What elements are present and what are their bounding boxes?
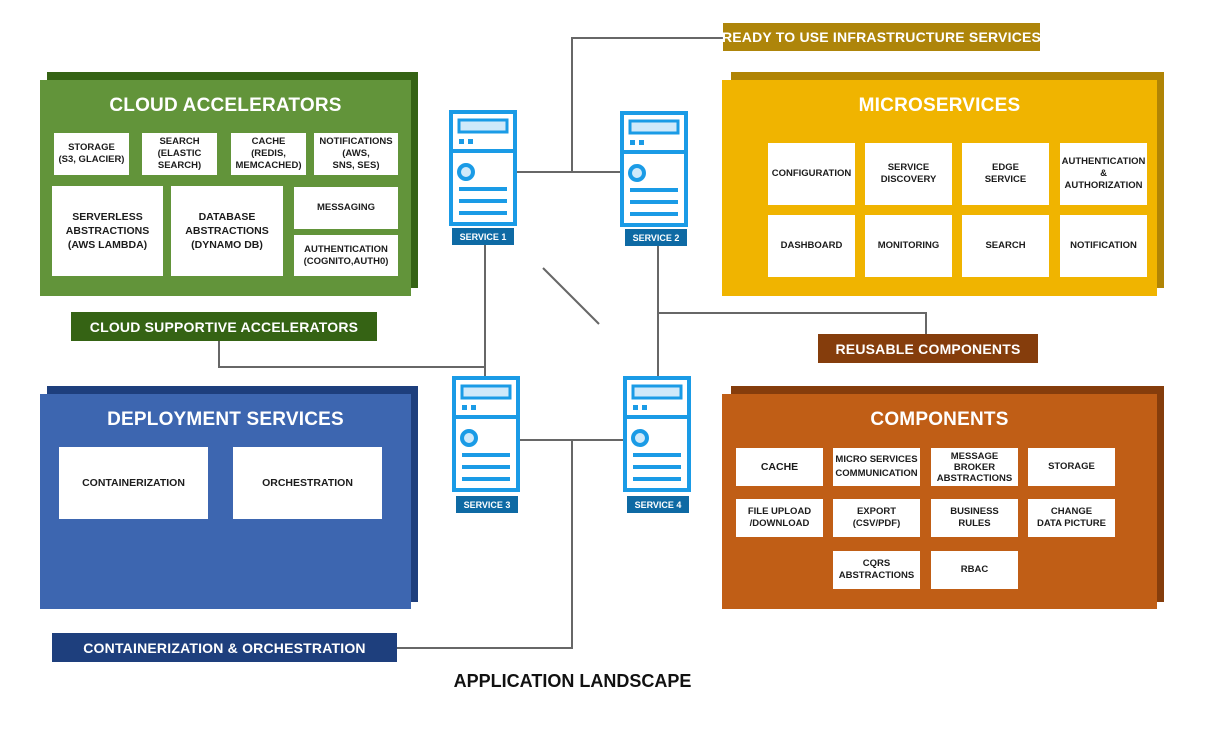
- connector-line: [218, 366, 486, 368]
- micro-card-service-discovery: SERVICE DISCOVERY: [865, 143, 952, 205]
- connector-line: [925, 312, 927, 334]
- server-icon: [620, 111, 688, 227]
- cloud-card-search: SEARCH (ELASTIC SEARCH): [142, 133, 217, 175]
- comp-card-export: EXPORT (CSV/PDF): [833, 499, 920, 537]
- micro-card-notification: NOTIFICATION: [1060, 215, 1147, 277]
- deployment-services-panel: DEPLOYMENT SERVICES CONTAINERIZATION ORC…: [40, 394, 411, 609]
- service-2-label: SERVICE 2: [625, 229, 687, 246]
- comp-card-rbac: RBAC: [931, 551, 1018, 589]
- micro-card-search: SEARCH: [962, 215, 1049, 277]
- deploy-card-orchestration: ORCHESTRATION: [233, 447, 382, 519]
- connector-line: [571, 439, 573, 648]
- infrastructure-services-tag: READY TO USE INFRASTRUCTURE SERVICES: [722, 23, 1041, 51]
- panel-title: COMPONENTS: [870, 409, 1009, 430]
- diagonal-connector: [542, 267, 600, 325]
- micro-card-edge-service: EDGE SERVICE: [962, 143, 1049, 205]
- service-1-label: SERVICE 1: [452, 228, 514, 245]
- micro-card-monitoring: MONITORING: [865, 215, 952, 277]
- components-panel: COMPONENTS CACHE MICRO SERVICES COMMUNIC…: [722, 394, 1157, 609]
- comp-card-business-rules: BUSINESS RULES: [931, 499, 1018, 537]
- comp-card-cqrs: CQRS ABSTRACTIONS: [833, 551, 920, 589]
- cloud-card-storage: STORAGE (S3, GLACIER): [54, 133, 129, 175]
- micro-card-configuration: CONFIGURATION: [768, 143, 855, 205]
- comp-card-cache: CACHE: [736, 448, 823, 486]
- microservices-panel: MICROSERVICES CONFIGURATION SERVICE DISC…: [722, 80, 1157, 296]
- comp-card-storage: STORAGE: [1028, 448, 1115, 486]
- connector-line: [484, 245, 486, 377]
- server-icon: [449, 110, 517, 226]
- cloud-card-cache: CACHE (REDIS, MEMCACHED): [231, 133, 306, 175]
- containerization-orchestration-tag: CONTAINERIZATION & ORCHESTRATION: [52, 633, 397, 662]
- connector-line: [517, 171, 621, 173]
- reusable-components-tag: REUSABLE COMPONENTS: [818, 334, 1038, 363]
- micro-card-dashboard: DASHBOARD: [768, 215, 855, 277]
- server-icon: [623, 376, 691, 492]
- service-3-label: SERVICE 3: [456, 496, 518, 513]
- connector-line: [571, 37, 573, 172]
- cloud-card-database: DATABASE ABSTRACTIONS (DYNAMO DB): [171, 186, 283, 276]
- comp-card-file-upload: FILE UPLOAD /DOWNLOAD: [736, 499, 823, 537]
- cloud-accelerators-panel: CLOUD ACCELERATORS STORAGE (S3, GLACIER)…: [40, 80, 411, 296]
- panel-title: MICROSERVICES: [858, 95, 1021, 116]
- comp-card-micro-services-communication: MICRO SERVICES COMMUNICATION: [833, 448, 920, 486]
- connector-line: [571, 37, 723, 39]
- connector-line: [657, 312, 927, 314]
- panel-title: CLOUD ACCELERATORS: [109, 95, 342, 116]
- cloud-card-notifications: NOTIFICATIONS (AWS, SNS, SES): [314, 133, 398, 175]
- diagram-title: APPLICATION LANDSCAPE: [453, 671, 692, 691]
- connector-line: [397, 647, 573, 649]
- cloud-card-serverless: SERVERLESS ABSTRACTIONS (AWS LAMBDA): [52, 186, 163, 276]
- comp-card-change-data-picture: CHANGE DATA PICTURE: [1028, 499, 1115, 537]
- panel-title: DEPLOYMENT SERVICES: [107, 409, 344, 430]
- micro-card-auth: AUTHENTICATION & AUTHORIZATION: [1060, 143, 1147, 205]
- connector-line: [218, 340, 220, 368]
- service-4-label: SERVICE 4: [627, 496, 689, 513]
- cloud-card-authentication: AUTHENTICATION (COGNITO,AUTH0): [294, 235, 398, 276]
- cloud-card-messaging: MESSAGING: [294, 187, 398, 229]
- comp-card-message-broker: MESSAGE BROKER ABSTRACTIONS: [931, 448, 1018, 486]
- cloud-supportive-tag: CLOUD SUPPORTIVE ACCELERATORS: [71, 312, 377, 341]
- server-icon: [452, 376, 520, 492]
- deploy-card-containerization: CONTAINERIZATION: [59, 447, 208, 519]
